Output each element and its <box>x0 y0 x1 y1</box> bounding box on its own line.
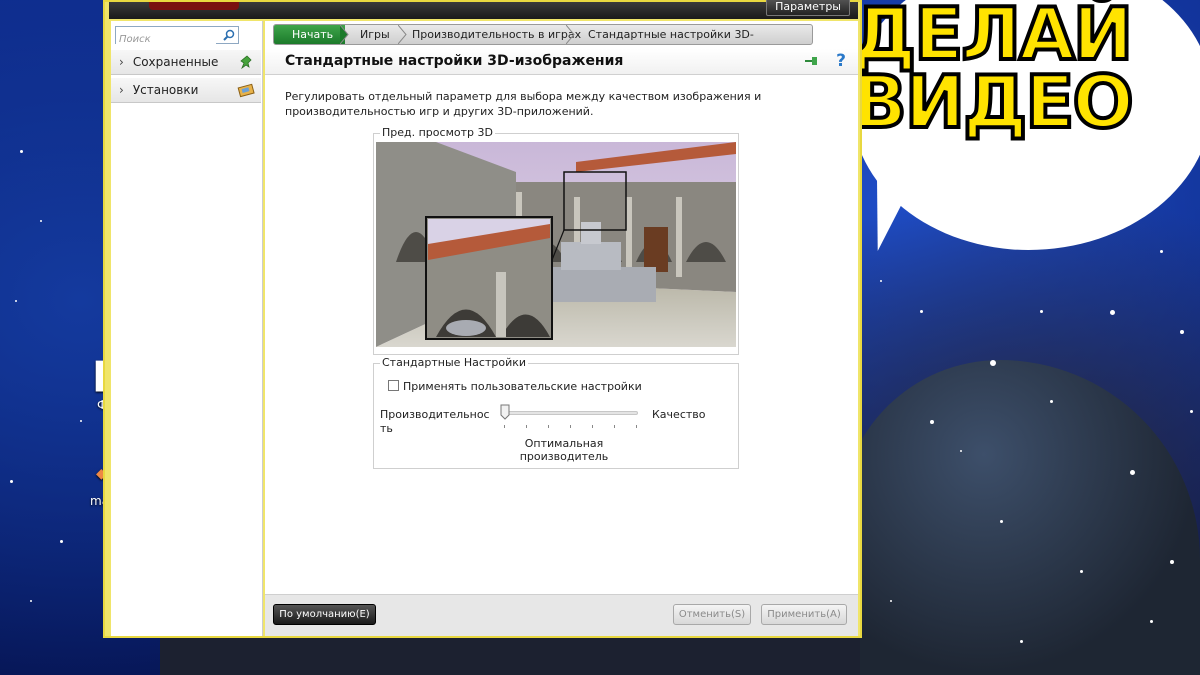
star <box>10 480 13 483</box>
main-content: Начать Игры Производительность в играх С… <box>265 21 858 636</box>
star <box>880 280 882 282</box>
preview-3d-image <box>376 142 736 347</box>
brand-logo <box>149 2 239 10</box>
star <box>20 150 23 153</box>
star <box>1130 470 1135 475</box>
window-top-bar: Параметры <box>109 0 858 19</box>
help-icon[interactable]: ? <box>836 51 846 71</box>
custom-settings-checkbox[interactable] <box>388 380 399 391</box>
search-input[interactable] <box>116 31 216 48</box>
breadcrumb-start[interactable]: Начать <box>274 25 346 44</box>
preview-legend: Пред. просмотр 3D <box>380 126 495 139</box>
star <box>40 220 42 222</box>
breadcrumb-games[interactable]: Игры <box>346 25 390 44</box>
pin-icon <box>240 55 252 70</box>
slider-tick <box>614 425 615 428</box>
page-title: Стандартные настройки 3D-изображения <box>285 53 624 69</box>
slider-tick <box>504 425 505 428</box>
star <box>890 600 892 602</box>
star <box>1050 400 1053 403</box>
slider-value-text: Оптимальная производитель <box>519 437 609 463</box>
quality-slider-track[interactable] <box>502 411 638 415</box>
parameters-button[interactable]: Параметры <box>766 0 850 16</box>
quality-slider-thumb[interactable] <box>500 404 510 420</box>
custom-settings-label: Применять пользовательские настройки <box>403 380 642 393</box>
breadcrumb-3d-settings[interactable]: Стандартные настройки 3D-изображения <box>574 25 812 44</box>
star <box>960 450 962 452</box>
quality-label: Качество <box>652 408 706 421</box>
star <box>930 420 934 424</box>
search-icon[interactable] <box>223 29 235 41</box>
star <box>1020 640 1023 643</box>
page-header: Стандартные настройки 3D-изображения ? <box>265 49 858 75</box>
star <box>1150 620 1153 623</box>
slider-tick <box>570 425 571 428</box>
standard-settings-legend: Стандартные Настройки <box>380 356 529 369</box>
pin-page-icon[interactable] <box>804 55 820 67</box>
sidebar-item-label: Установки <box>132 83 199 97</box>
star <box>1000 520 1003 523</box>
star <box>1040 310 1043 313</box>
star <box>1080 570 1083 573</box>
star <box>1160 250 1163 253</box>
settings-card-icon <box>237 83 255 98</box>
star <box>1180 330 1184 334</box>
apply-button[interactable]: Применить(A) <box>761 604 847 625</box>
star <box>990 360 996 366</box>
breadcrumb-game-performance[interactable]: Производительность в играх <box>398 25 581 44</box>
sidebar-search <box>115 26 239 48</box>
slider-tick <box>548 425 549 428</box>
star <box>1170 560 1174 564</box>
chevron-right-icon: › <box>119 83 124 97</box>
star <box>15 300 17 302</box>
nvidia-control-panel-window: Параметры › Сохраненные › Установки <box>103 0 862 638</box>
cancel-button[interactable]: Отменить(S) <box>673 604 751 625</box>
star <box>1110 310 1115 315</box>
star <box>30 600 32 602</box>
speech-bubble-text: ДЕЛАЙ ВИДЕО <box>850 0 1136 144</box>
star <box>80 420 82 422</box>
footer-bar: По умолчанию(E) Отменить(S) Применить(A) <box>265 594 858 636</box>
star <box>60 540 63 543</box>
preview-3d-group: Пред. просмотр 3D <box>373 126 739 355</box>
standard-settings-group: Стандартные Настройки Применять пользова… <box>373 356 739 469</box>
slider-tick <box>592 425 593 428</box>
star <box>1190 410 1193 413</box>
sidebar-item-settings[interactable]: › Установки <box>111 77 261 103</box>
breadcrumb: Начать Игры Производительность в играх С… <box>273 24 813 45</box>
slider-tick <box>526 425 527 428</box>
sidebar: › Сохраненные › Установки <box>111 21 263 636</box>
page-description: Регулировать отдельный параметр для выбо… <box>285 90 762 118</box>
restore-defaults-button[interactable]: По умолчанию(E) <box>273 604 376 625</box>
slider-tick <box>636 425 637 428</box>
performance-label: Производительность <box>380 408 490 435</box>
chevron-right-icon: › <box>119 55 124 69</box>
sidebar-item-saved[interactable]: › Сохраненные <box>111 49 261 75</box>
sidebar-item-label: Сохраненные <box>132 55 219 69</box>
custom-settings-option[interactable]: Применять пользовательские настройки <box>388 380 642 393</box>
star <box>920 310 923 313</box>
